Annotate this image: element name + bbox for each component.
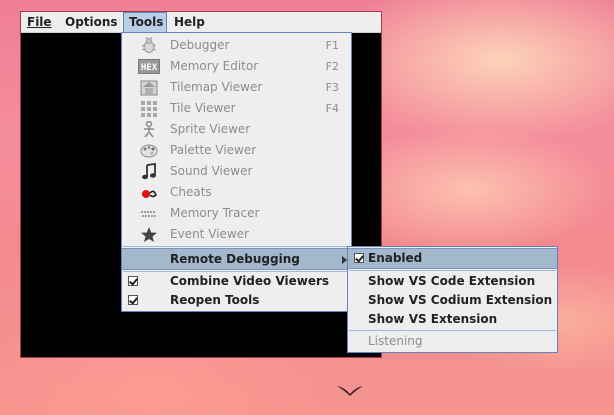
tile-viewer-label: Tile Viewer [170,101,236,115]
memory-editor-label: Memory Editor [170,59,259,73]
checkbox-checked-icon[interactable] [354,253,364,263]
menu-item-enabled[interactable]: Enabled [348,248,557,269]
menu-item-tile-viewer[interactable]: Tile Viewer F4 [122,98,351,119]
memory-tracer-label: Memory Tracer [170,206,260,220]
hex-icon: HEX [138,59,160,74]
menu-item-show-vs-codium[interactable]: Show VS Codium Extension [348,290,557,311]
reopen-tools-label: Reopen Tools [170,293,260,307]
show-vs-code-label: Show VS Code Extension [368,274,536,288]
menu-item-debugger[interactable]: Debugger F1 [122,35,351,56]
tilemap-viewer-label: Tilemap Viewer [170,80,263,94]
menu-item-reopen-tools[interactable]: Reopen Tools [122,290,351,311]
checkbox-checked-icon[interactable] [128,276,138,286]
menu-item-sound-viewer[interactable]: Sound Viewer [122,161,351,182]
star-icon [141,227,157,242]
menu-options[interactable]: Options [61,12,122,33]
listening-label: Listening [368,334,423,348]
menu-item-combine-video-viewers[interactable]: Combine Video Viewers [122,271,351,292]
menu-item-show-vs[interactable]: Show VS Extension [348,309,557,330]
palette-icon [140,144,158,158]
menu-item-memory-editor[interactable]: HEX Memory Editor F2 [122,56,351,77]
tile-viewer-shortcut: F4 [325,102,339,115]
menu-options-label: Options [65,15,118,29]
debugger-shortcut: F1 [325,39,339,52]
bug-icon [141,37,157,53]
menu-item-tilemap-viewer[interactable]: Tilemap Viewer F3 [122,77,351,98]
show-vs-label: Show VS Extension [368,312,498,326]
tilemap-icon [140,80,158,96]
menu-item-memory-tracer[interactable]: Memory Tracer [122,203,351,224]
menu-item-show-vs-code[interactable]: Show VS Code Extension [348,271,557,292]
menu-help-label: Help [174,15,205,29]
enabled-label: Enabled [368,251,423,265]
combine-video-viewers-label: Combine Video Viewers [170,274,330,288]
tracer-icon [141,211,156,217]
tools-menu: Debugger F1 HEX Memory Editor F2 Tilemap… [121,32,352,312]
tile-grid-icon [141,101,157,117]
show-vs-codium-label: Show VS Codium Extension [368,293,553,307]
svg-text:HEX: HEX [141,63,158,73]
menu-item-remote-debugging[interactable]: Remote Debugging [122,248,351,270]
sprite-viewer-label: Sprite Viewer [170,122,251,136]
sprite-icon [144,121,154,138]
menu-separator [123,246,350,247]
menu-file-label: File [27,15,52,29]
menu-tools[interactable]: Tools [123,12,167,33]
palette-viewer-label: Palette Viewer [170,143,257,157]
bird-silhouette [337,386,363,396]
menu-item-palette-viewer[interactable]: Palette Viewer [122,140,351,161]
remote-debugging-menu: Enabled Show VS Code Extension Show VS C… [347,246,558,353]
menu-tools-label: Tools [129,15,164,29]
sound-viewer-label: Sound Viewer [170,164,253,178]
menu-item-cheats[interactable]: Cheats [122,182,351,203]
menu-help[interactable]: Help [170,12,209,33]
remote-debugging-label: Remote Debugging [170,252,300,266]
menu-item-sprite-viewer[interactable]: Sprite Viewer [122,119,351,140]
tilemap-viewer-shortcut: F3 [325,81,339,94]
menu-file[interactable]: File [23,12,56,33]
music-note-icon [142,163,156,180]
menu-bar: File Options Tools Help [21,12,381,33]
debugger-label: Debugger [170,38,230,52]
memory-editor-shortcut: F2 [325,60,339,73]
event-viewer-label: Event Viewer [170,227,249,241]
menu-item-event-viewer[interactable]: Event Viewer [122,224,351,245]
checkbox-checked-icon[interactable] [128,295,138,305]
cheats-label: Cheats [170,185,212,199]
cheat-icon [142,190,157,198]
menu-item-listening: Listening [348,331,557,352]
